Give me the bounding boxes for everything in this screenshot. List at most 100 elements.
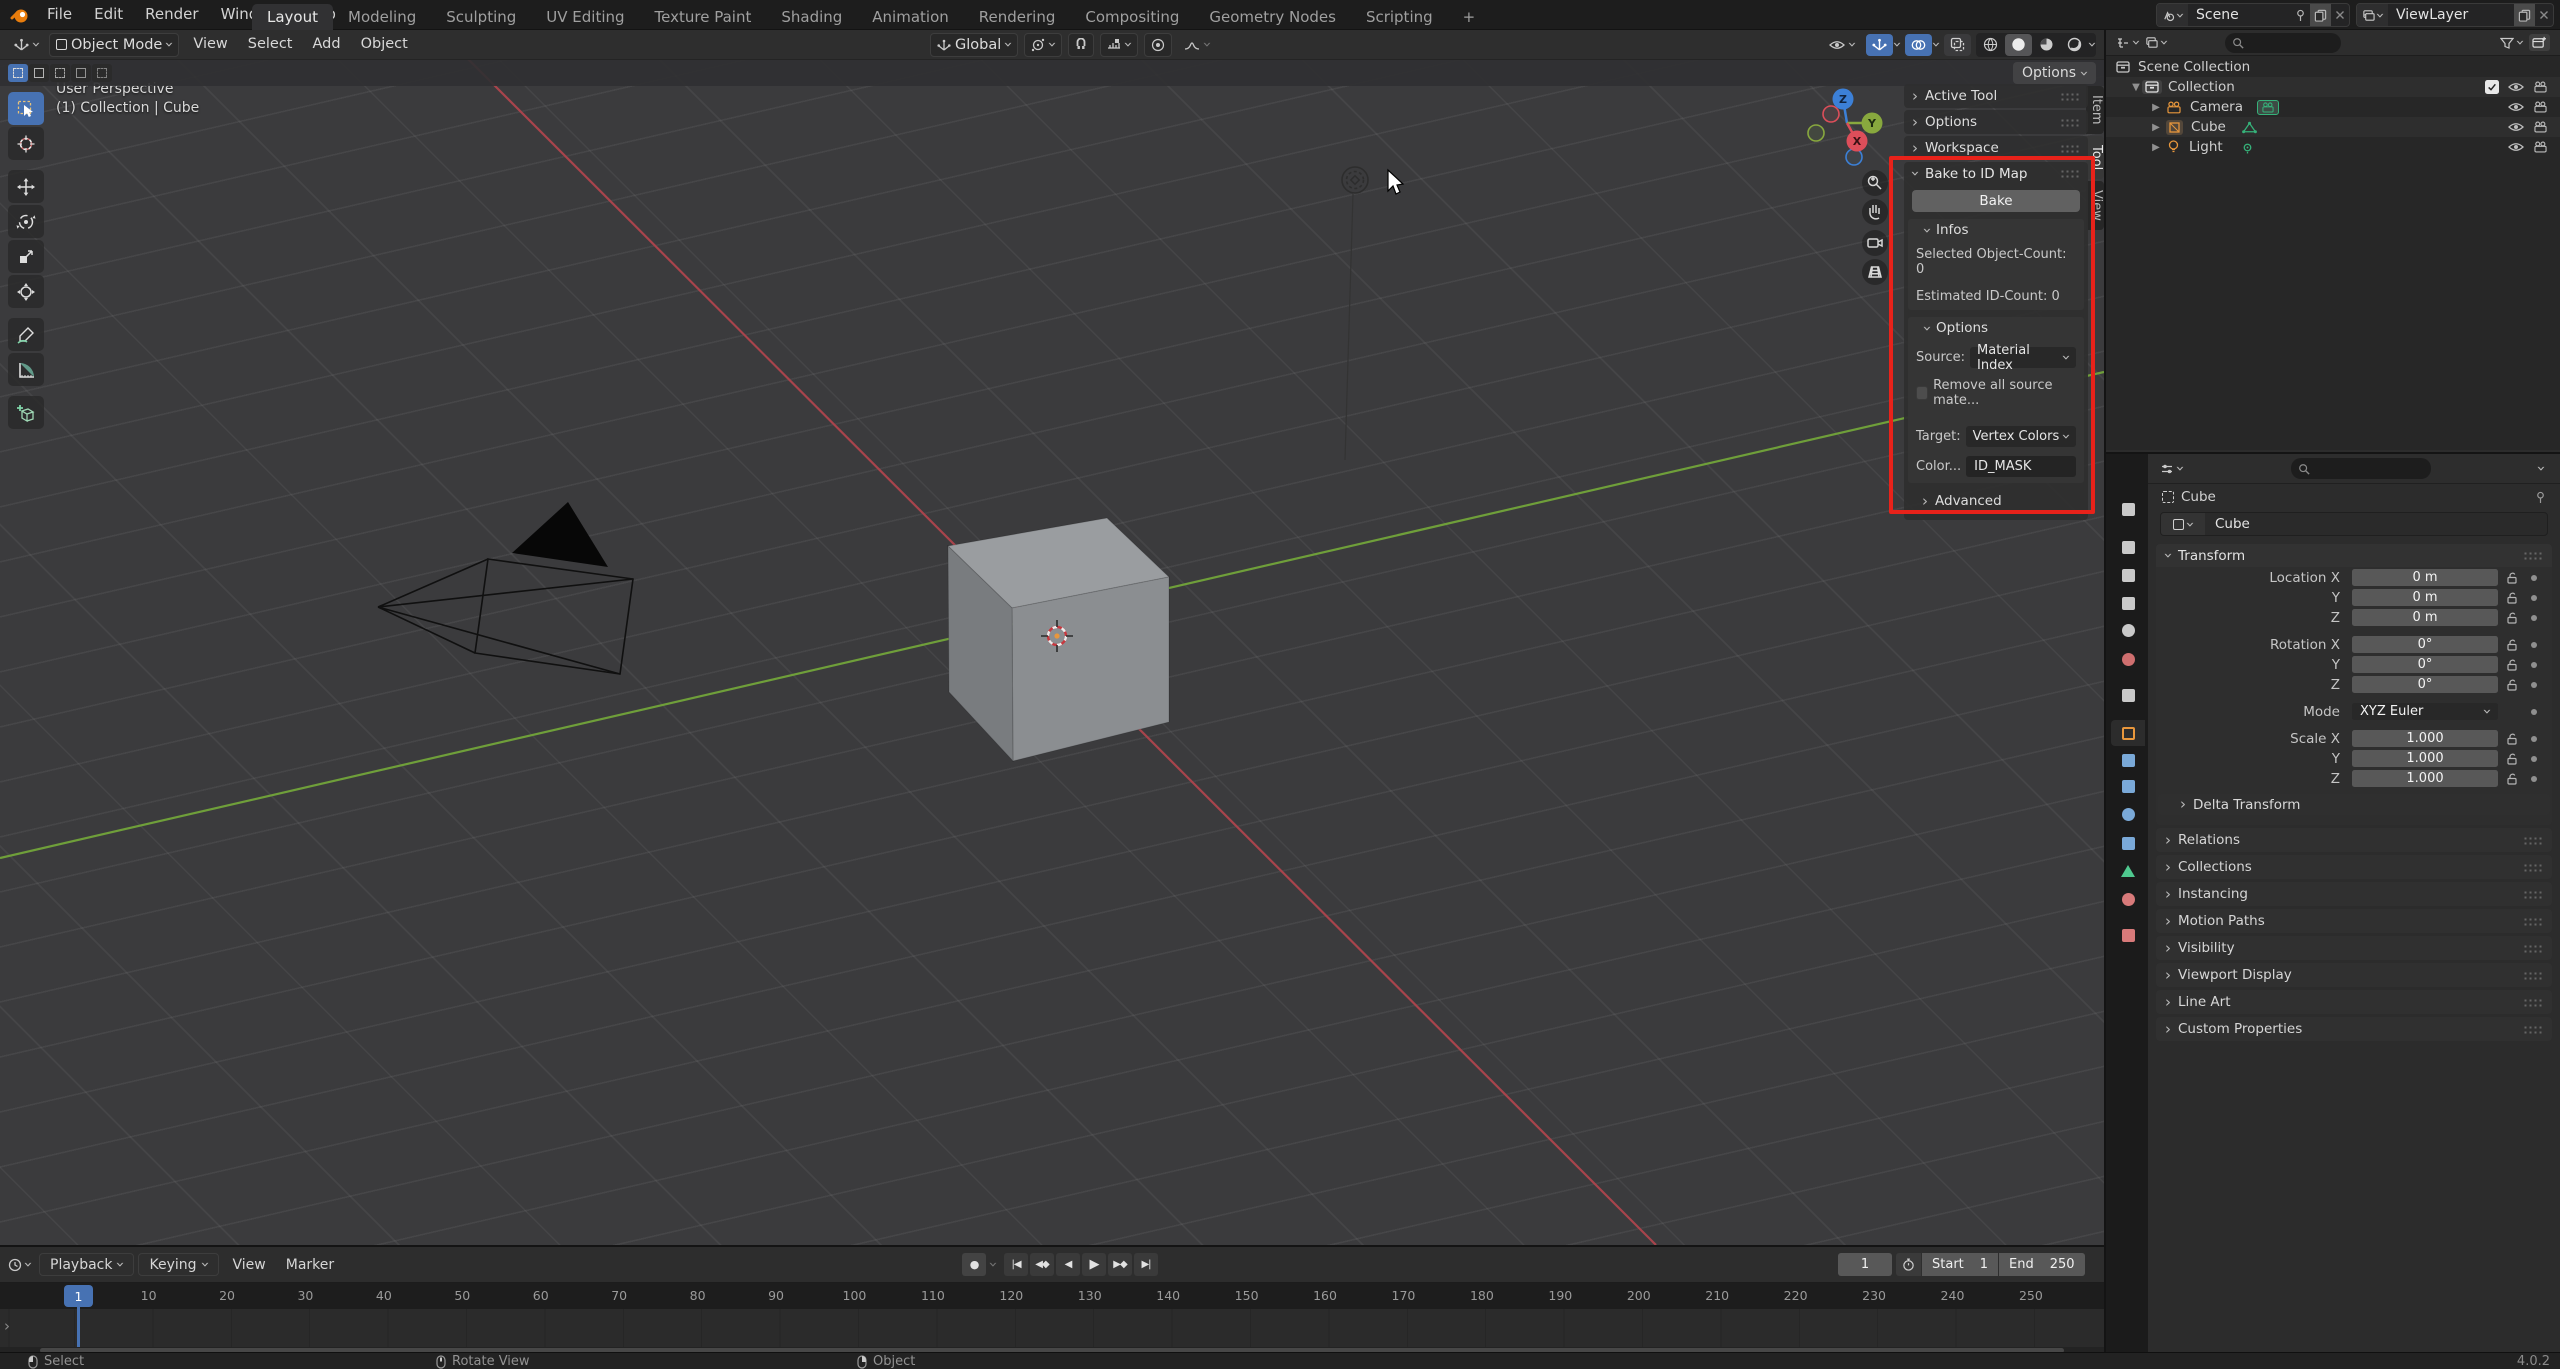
- pin-icon[interactable]: [2291, 9, 2310, 22]
- properties-tab-constraints[interactable]: [2111, 830, 2145, 856]
- light-object[interactable]: [1341, 166, 1369, 461]
- current-frame-field[interactable]: 1: [1838, 1253, 1892, 1276]
- properties-tab-modifiers[interactable]: [2111, 747, 2145, 773]
- previous-keyframe-button[interactable]: ◀◆: [1030, 1253, 1054, 1276]
- panel-options[interactable]: › Options: [1904, 110, 2088, 134]
- properties-search-input[interactable]: [2290, 458, 2431, 479]
- workspace-tab-shading[interactable]: Shading: [766, 4, 857, 30]
- new-viewlayer-button[interactable]: [2514, 4, 2535, 26]
- tool-cursor[interactable]: [8, 127, 44, 160]
- panel-grip[interactable]: [2523, 997, 2543, 1007]
- tool-measure[interactable]: [8, 353, 44, 386]
- orientation-dropdown[interactable]: Global ›: [930, 32, 1019, 57]
- outliner-row-scene-collection[interactable]: Scene Collection: [2106, 57, 2560, 77]
- value-field[interactable]: 0 m: [2352, 568, 2498, 587]
- lock-icon[interactable]: [2498, 678, 2526, 692]
- disclosure-closed-icon[interactable]: ▶: [2150, 102, 2162, 113]
- play-button[interactable]: ▶: [1082, 1253, 1106, 1276]
- render-camera-icon[interactable]: [2533, 81, 2548, 93]
- properties-tab-collection[interactable]: [2111, 682, 2145, 708]
- camera-view-button[interactable]: [1862, 230, 1888, 256]
- chevron-down-icon[interactable]: ›: [2084, 42, 2102, 48]
- panel-grip[interactable]: [2523, 970, 2543, 980]
- animate-dot[interactable]: [2526, 775, 2542, 782]
- shading-solid-button[interactable]: [2005, 33, 2032, 56]
- next-keyframe-button[interactable]: ▶◆: [1108, 1253, 1132, 1276]
- properties-options-chevron[interactable]: ›: [2533, 466, 2551, 472]
- tool-transform[interactable]: [8, 275, 44, 308]
- panel-viewport-display[interactable]: › Viewport Display: [2156, 963, 2552, 987]
- advanced-header[interactable]: › Advanced: [1904, 490, 2088, 512]
- jump-to-end-button[interactable]: ▶|: [1134, 1253, 1158, 1276]
- view-menu[interactable]: View: [223, 1257, 276, 1273]
- outliner-row-collection[interactable]: ▼ Collection: [2106, 77, 2560, 97]
- panel-grip[interactable]: [2523, 1024, 2543, 1034]
- close-icon[interactable]: [2331, 10, 2349, 20]
- bake-panel-header[interactable]: › Bake to ID Map: [1904, 162, 2088, 185]
- panel-instancing[interactable]: › Instancing: [2156, 882, 2552, 906]
- properties-tab-render[interactable]: [2111, 534, 2145, 560]
- use-preview-range-button[interactable]: [1896, 1258, 1921, 1271]
- gizmo-negative-x[interactable]: [1822, 105, 1840, 123]
- lock-icon[interactable]: [2498, 638, 2526, 652]
- select-mode-set[interactable]: [8, 64, 28, 82]
- viewlayer-selector[interactable]: › ViewLayer: [2356, 3, 2554, 27]
- viewlayer-browse-button[interactable]: ›: [2357, 4, 2390, 26]
- animate-dot[interactable]: [2526, 661, 2542, 668]
- bake-button[interactable]: Bake: [1912, 190, 2080, 212]
- new-scene-button[interactable]: [2310, 4, 2331, 26]
- source-dropdown[interactable]: Material Index ›: [1970, 343, 2076, 373]
- scene-canvas[interactable]: Z Y X: [0, 30, 2104, 1245]
- lock-icon[interactable]: [2498, 772, 2526, 786]
- menu-render[interactable]: Render: [134, 0, 209, 29]
- panel-grip[interactable]: [2060, 169, 2080, 178]
- timeline-ruler[interactable]: 10 20 30 40 50 60 70 80 90 100 110 120 130 140 150 160 1…: [0, 1283, 2104, 1309]
- render-camera-icon[interactable]: [2533, 101, 2548, 113]
- animate-dot[interactable]: [2526, 755, 2542, 762]
- panel-grip[interactable]: [2523, 835, 2543, 845]
- scene-collection-label[interactable]: Scene Collection: [2138, 59, 2250, 75]
- select-mode-invert[interactable]: [71, 64, 91, 82]
- panel-grip[interactable]: [2523, 916, 2543, 926]
- editor-type-button[interactable]: ›: [8, 35, 46, 54]
- shading-material-button[interactable]: [2033, 34, 2060, 56]
- menu-edit[interactable]: Edit: [83, 0, 134, 29]
- workspace-tab-texture-paint[interactable]: Texture Paint: [640, 4, 767, 30]
- panel-collections[interactable]: › Collections: [2156, 855, 2552, 879]
- panel-grip[interactable]: [2523, 551, 2543, 560]
- marker-menu[interactable]: Marker: [276, 1257, 344, 1273]
- cube-label[interactable]: Cube: [2191, 119, 2226, 135]
- chevron-down-icon[interactable]: ›: [1928, 42, 1946, 48]
- collection-label[interactable]: Collection: [2168, 79, 2235, 95]
- properties-tab-scene[interactable]: [2111, 617, 2145, 643]
- pan-button[interactable]: [1862, 199, 1888, 225]
- animate-dot[interactable]: [2526, 594, 2542, 601]
- properties-tab-texture[interactable]: [2111, 922, 2145, 948]
- keying-menu[interactable]: Keying ›: [138, 1253, 219, 1276]
- color-attribute-field[interactable]: ID_MASK: [1966, 456, 2076, 477]
- panel-relations[interactable]: › Relations: [2156, 828, 2552, 852]
- panel-visibility[interactable]: › Visibility: [2156, 936, 2552, 960]
- viewlayer-name[interactable]: ViewLayer: [2388, 7, 2514, 23]
- panel-motion-paths[interactable]: › Motion Paths: [2156, 909, 2552, 933]
- timeline-tracks[interactable]: ›: [0, 1309, 2104, 1347]
- new-collection-button[interactable]: [2529, 34, 2550, 51]
- lock-icon[interactable]: [2498, 591, 2526, 605]
- tool-move[interactable]: [8, 170, 44, 203]
- timeline-editor-type-button[interactable]: ›: [8, 1257, 38, 1272]
- properties-tab-object[interactable]: [2111, 720, 2145, 746]
- chevron-down-icon[interactable]: ›: [985, 1262, 1003, 1268]
- animate-dot[interactable]: [2526, 735, 2542, 742]
- lock-icon[interactable]: [2498, 611, 2526, 625]
- properties-tab-world[interactable]: [2111, 646, 2145, 672]
- outliner-search-input[interactable]: [2225, 32, 2341, 53]
- tool-rotate[interactable]: [8, 205, 44, 238]
- gizmo-negative-z[interactable]: [1845, 148, 1863, 166]
- workspace-tab-geometry-nodes[interactable]: Geometry Nodes: [1194, 4, 1351, 30]
- disclosure-open-icon[interactable]: ▼: [2130, 82, 2142, 93]
- workspace-tab-uv-editing[interactable]: UV Editing: [531, 4, 639, 30]
- viewport-menu-object[interactable]: Object: [351, 30, 418, 59]
- workspace-tab-modeling[interactable]: Modeling: [333, 4, 431, 30]
- target-dropdown[interactable]: Vertex Colors ›: [1965, 426, 2076, 447]
- panel-active-tool[interactable]: › Active Tool: [1904, 84, 2088, 108]
